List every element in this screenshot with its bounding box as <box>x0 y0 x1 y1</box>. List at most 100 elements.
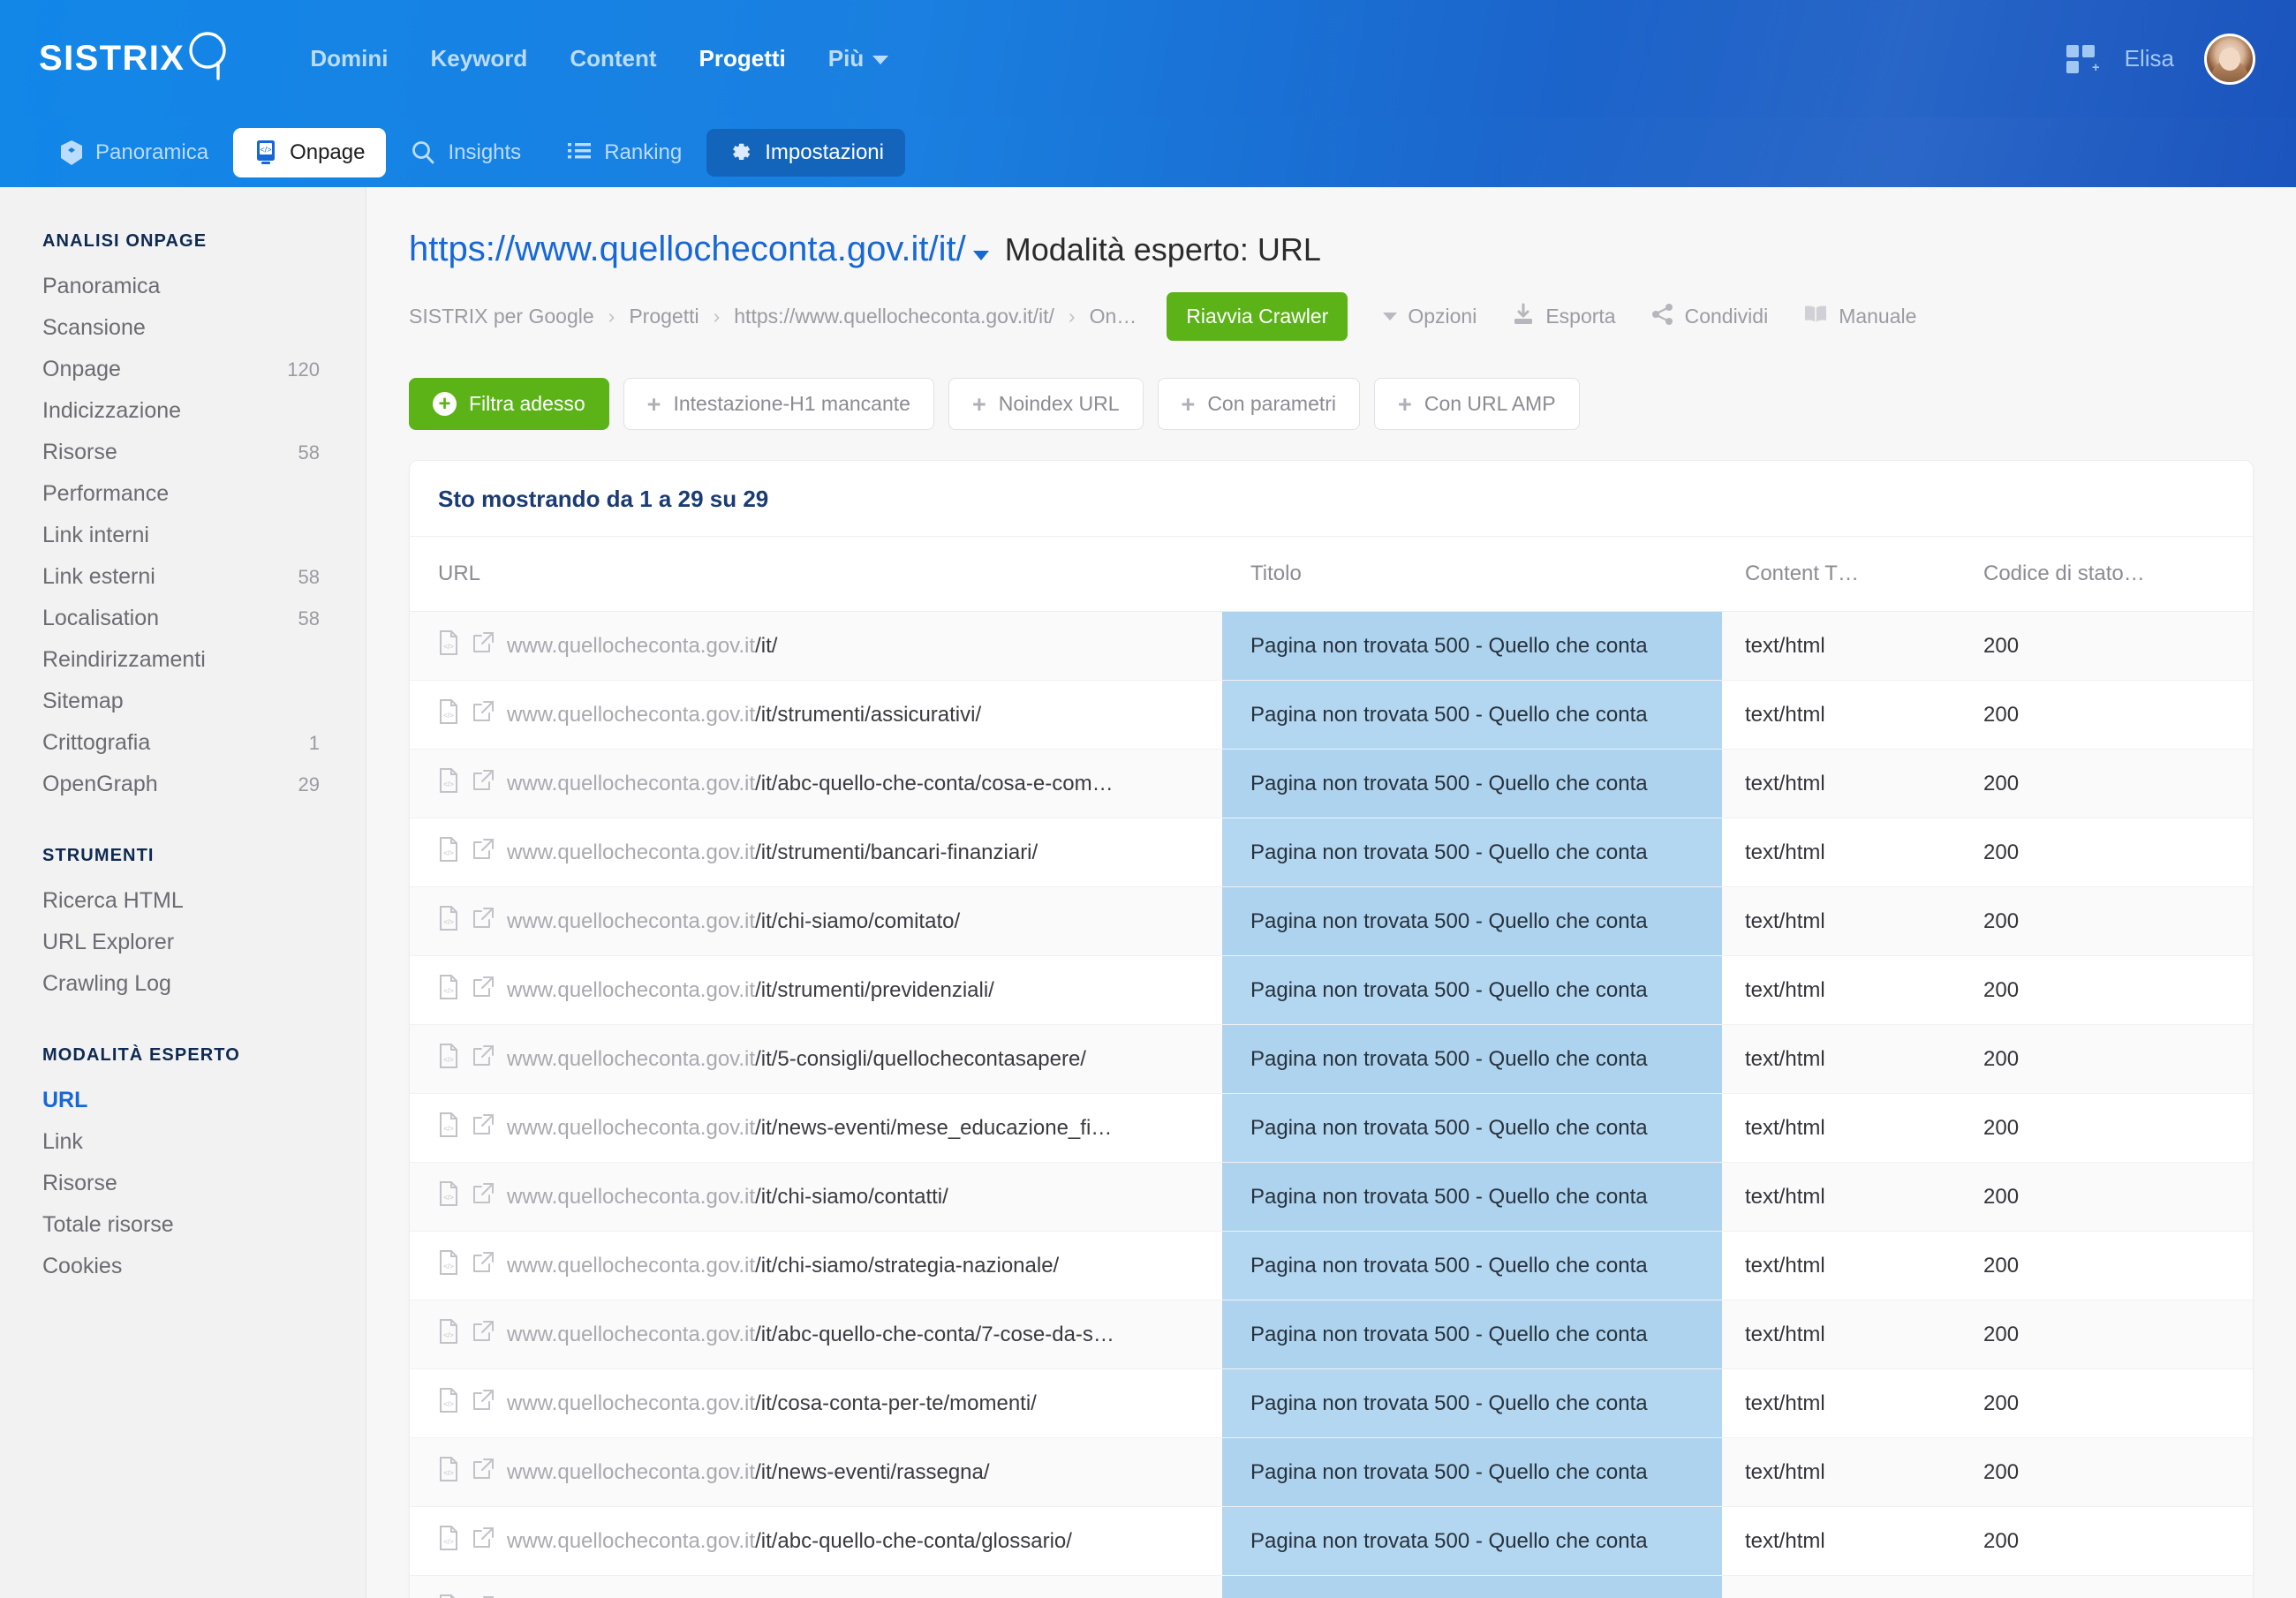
nav-item-domini[interactable]: Domini <box>289 36 409 81</box>
sidebar-item-ricerca-html[interactable]: Ricerca HTML <box>0 880 366 922</box>
cell-url[interactable]: </> www.quellocheconta.gov.it/it/ <box>410 611 1222 681</box>
sidebar-item-indicizzazione[interactable]: Indicizzazione <box>0 390 366 432</box>
avatar[interactable] <box>2204 33 2255 85</box>
cell-url[interactable]: </> www.quellocheconta.gov.it/it/abc-quel… <box>410 1506 1222 1576</box>
cell-url[interactable]: </> www.quellocheconta.gov.it/it/news-eve… <box>410 1093 1222 1163</box>
cell-url[interactable]: </> www.quellocheconta.gov.it/it/chi-siam… <box>410 1162 1222 1232</box>
table-row[interactable]: </>www.quellocheconta.gov.it/it/5-consig… <box>410 1575 2253 1598</box>
tab-onpage[interactable]: </> Onpage <box>233 127 387 177</box>
manual-button[interactable]: Manuale <box>1803 304 1916 330</box>
external-link-icon[interactable] <box>472 838 495 867</box>
cell-url[interactable]: </> www.quellocheconta.gov.it/it/abc-quel… <box>410 1300 1222 1369</box>
table-row[interactable]: </> www.quellocheconta.gov.it/it/news-eve… <box>410 1437 2253 1507</box>
table-row[interactable]: </> www.quellocheconta.gov.it/it/strument… <box>410 955 2253 1025</box>
breadcrumb-item-project[interactable]: https://www.quellocheconta.gov.it/it/ <box>734 305 1054 328</box>
table-row[interactable]: </> www.quellocheconta.gov.it/it/abc-quel… <box>410 1506 2253 1576</box>
column-header-status-code[interactable]: Codice di stato… <box>1960 537 2253 612</box>
username-label[interactable]: Elisa <box>2125 45 2174 72</box>
tab-impostazioni[interactable]: Impostazioni <box>706 128 905 177</box>
external-link-icon[interactable] <box>472 1113 495 1142</box>
cell-url[interactable]: </> www.quellocheconta.gov.it/it/strument… <box>410 955 1222 1025</box>
external-link-icon[interactable] <box>472 700 495 729</box>
sidebar-item-link-esterni[interactable]: Link esterni 58 <box>0 556 366 598</box>
sidebar-item-sitemap[interactable]: Sitemap <box>0 681 366 722</box>
external-link-icon[interactable] <box>472 631 495 660</box>
sidebar-item-crittografia[interactable]: Crittografia 1 <box>0 722 366 764</box>
sidebar-item-reindirizzamenti[interactable]: Reindirizzamenti <box>0 639 366 681</box>
sidebar-item-url-explorer[interactable]: URL Explorer <box>0 922 366 963</box>
external-link-icon[interactable] <box>472 769 495 798</box>
external-link-icon[interactable] <box>472 1320 495 1349</box>
table-row[interactable]: </> www.quellocheconta.gov.it/it/Pagina n… <box>410 611 2253 681</box>
project-url-link[interactable]: https://www.quellocheconta.gov.it/it/ <box>409 230 966 269</box>
cell-url[interactable]: </> www.quellocheconta.gov.it/it/strument… <box>410 680 1222 750</box>
external-link-icon[interactable] <box>472 1182 495 1211</box>
sidebar-item-url[interactable]: URL <box>0 1080 366 1121</box>
sidebar-item-totale-risorse[interactable]: Totale risorse <box>0 1204 366 1246</box>
cell-url[interactable]: </> www.quellocheconta.gov.it/it/cosa-con… <box>410 1368 1222 1438</box>
filter-noindex-url-button[interactable]: + Noindex URL <box>948 378 1144 430</box>
nav-item-progetti[interactable]: Progetti <box>678 36 807 81</box>
filter-amp-url-button[interactable]: + Con URL AMP <box>1374 378 1580 430</box>
filter-with-parameters-button[interactable]: + Con parametri <box>1157 378 1361 430</box>
apps-grid-icon[interactable]: + <box>2066 44 2100 74</box>
table-row[interactable]: </> www.quellocheconta.gov.it/it/chi-siam… <box>410 1231 2253 1300</box>
table-row[interactable]: </> www.quellocheconta.gov.it/it/strument… <box>410 680 2253 750</box>
table-row[interactable]: </> www.quellocheconta.gov.it/it/abc-quel… <box>410 749 2253 818</box>
external-link-icon[interactable] <box>472 1458 495 1487</box>
restart-crawler-button[interactable]: Riavvia Crawler <box>1167 292 1348 341</box>
external-link-icon[interactable] <box>472 1044 495 1074</box>
options-dropdown[interactable]: Opzioni <box>1383 305 1477 328</box>
table-row[interactable]: </>www.quellocheconta.gov.it/it/5-consig… <box>410 1024 2253 1094</box>
sidebar-item-crawling-log[interactable]: Crawling Log <box>0 963 366 1005</box>
sidebar-item-cookies[interactable]: Cookies <box>0 1246 366 1287</box>
share-button[interactable]: Condividi <box>1651 303 1768 331</box>
breadcrumb-item-onpage[interactable]: On… <box>1090 305 1137 328</box>
chevron-down-icon[interactable] <box>972 251 989 260</box>
sidebar-item-onpage[interactable]: Onpage 120 <box>0 349 366 390</box>
cell-url[interactable]: </> www.quellocheconta.gov.it/it/chi-siam… <box>410 1231 1222 1300</box>
tab-ranking[interactable]: Ranking <box>546 129 703 177</box>
cell-url[interactable]: </>www.quellocheconta.gov.it/it/5-consig… <box>410 1024 1222 1094</box>
cell-url[interactable]: </>www.quellocheconta.gov.it/it/5-consig… <box>410 1575 1222 1598</box>
table-row[interactable]: </> www.quellocheconta.gov.it/it/chi-siam… <box>410 886 2253 956</box>
table-row[interactable]: </> www.quellocheconta.gov.it/it/abc-quel… <box>410 1300 2253 1369</box>
external-link-icon[interactable] <box>472 1389 495 1418</box>
external-link-icon[interactable] <box>472 1251 495 1280</box>
column-header-url[interactable]: URL <box>410 537 1222 612</box>
table-row[interactable]: </> www.quellocheconta.gov.it/it/cosa-con… <box>410 1368 2253 1438</box>
table-row[interactable]: </> www.quellocheconta.gov.it/it/chi-siam… <box>410 1162 2253 1232</box>
filter-now-button[interactable]: + Filtra adesso <box>409 378 609 430</box>
sidebar-item-scansione[interactable]: Scansione <box>0 307 366 349</box>
external-link-icon[interactable] <box>472 907 495 936</box>
external-link-icon[interactable] <box>472 976 495 1005</box>
sidebar-item-risorse-esperto[interactable]: Risorse <box>0 1163 366 1204</box>
sistrix-logo[interactable]: SISTRIX <box>39 31 234 87</box>
column-header-titolo[interactable]: Titolo <box>1222 537 1722 612</box>
tab-panoramica[interactable]: Panoramica <box>39 128 230 177</box>
table-row[interactable]: </> www.quellocheconta.gov.it/it/news-eve… <box>410 1093 2253 1163</box>
share-icon <box>1651 303 1674 331</box>
sidebar-item-link-interni[interactable]: Link interni <box>0 515 366 556</box>
tab-insights[interactable]: Insights <box>389 129 542 177</box>
sidebar-item-risorse[interactable]: Risorse 58 <box>0 432 366 473</box>
breadcrumb-item-progetti[interactable]: Progetti <box>629 305 699 328</box>
filter-h1-missing-button[interactable]: + Intestazione-H1 mancante <box>623 378 934 430</box>
cell-url[interactable]: </> www.quellocheconta.gov.it/it/strument… <box>410 818 1222 887</box>
cell-url[interactable]: </> www.quellocheconta.gov.it/it/news-eve… <box>410 1437 1222 1507</box>
cell-url[interactable]: </> www.quellocheconta.gov.it/it/chi-siam… <box>410 886 1222 956</box>
export-button[interactable]: Esporta <box>1512 303 1616 331</box>
nav-item-content[interactable]: Content <box>548 36 677 81</box>
external-link-icon[interactable] <box>472 1526 495 1556</box>
nav-item-keyword[interactable]: Keyword <box>410 36 549 81</box>
sidebar-item-panoramica[interactable]: Panoramica <box>0 266 366 307</box>
sidebar-item-localisation[interactable]: Localisation 58 <box>0 598 366 639</box>
sidebar-item-performance[interactable]: Performance <box>0 473 366 515</box>
breadcrumb-item-sistrix[interactable]: SISTRIX per Google <box>409 305 594 328</box>
nav-item-piu[interactable]: Più <box>807 36 910 81</box>
table-row[interactable]: </> www.quellocheconta.gov.it/it/strument… <box>410 818 2253 887</box>
cell-url[interactable]: </> www.quellocheconta.gov.it/it/abc-quel… <box>410 749 1222 818</box>
sidebar-item-link[interactable]: Link <box>0 1121 366 1163</box>
sidebar-item-opengraph[interactable]: OpenGraph 29 <box>0 764 366 805</box>
column-header-content-type[interactable]: Content T… <box>1722 537 1960 612</box>
